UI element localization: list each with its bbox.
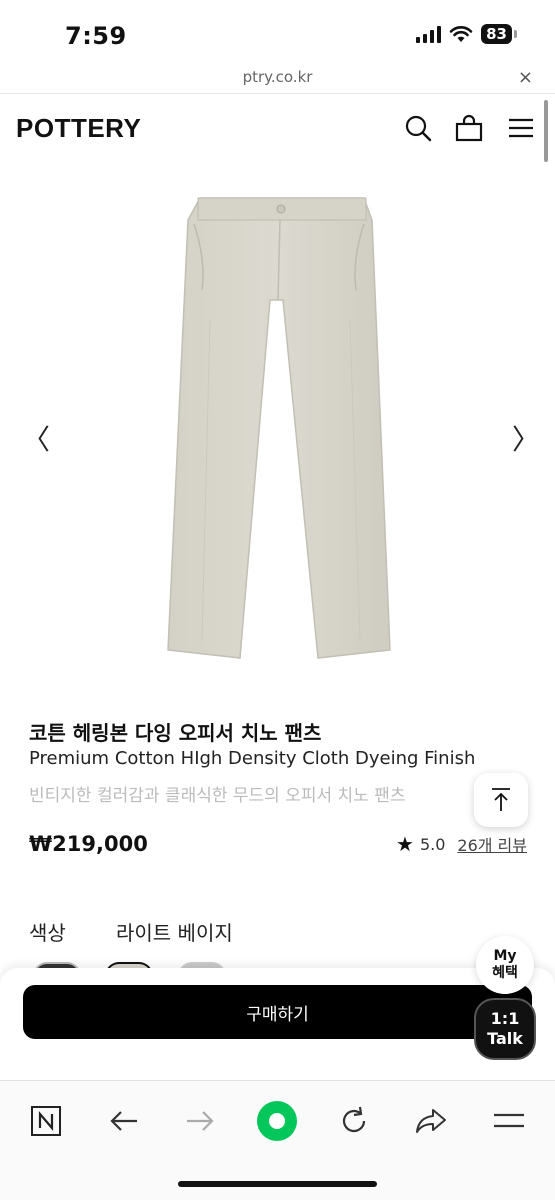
scroll-top-button[interactable] — [474, 773, 528, 827]
scrollbar[interactable] — [544, 100, 548, 162]
arrow-left-icon — [110, 1111, 137, 1131]
color-label: 색상 — [29, 921, 66, 945]
carousel-next-button[interactable]: 〉 — [512, 418, 540, 458]
url-text[interactable]: ptry.co.kr — [0, 68, 555, 86]
talk-button[interactable]: 1:1 Talk — [474, 998, 536, 1060]
product-image[interactable] — [150, 180, 410, 680]
my-benefit-line1: My — [493, 948, 517, 964]
signal-icon — [416, 25, 442, 43]
arrow-up-icon — [492, 788, 510, 811]
star-icon: ★ — [396, 832, 414, 856]
arrow-right-icon — [187, 1111, 214, 1131]
naver-green-button[interactable] — [255, 1099, 299, 1143]
talk-line1: 1:1 — [490, 1009, 520, 1028]
green-dot-icon — [257, 1101, 297, 1141]
battery-icon: 83 — [481, 24, 517, 44]
close-icon[interactable]: × — [518, 67, 533, 88]
status-bar: 7:59 83 — [0, 0, 555, 62]
naver-n-icon — [31, 1106, 61, 1136]
site-logo[interactable]: POTTERY — [16, 113, 141, 144]
talk-line2: Talk — [487, 1029, 523, 1048]
forward-button[interactable] — [178, 1099, 222, 1143]
shopping-bag-icon[interactable] — [454, 113, 484, 143]
status-icons: 83 — [416, 24, 517, 44]
reviews-link[interactable]: 26개 리뷰 — [457, 832, 527, 856]
url-bar[interactable]: ptry.co.kr × — [0, 62, 555, 94]
status-time: 7:59 — [65, 22, 127, 50]
buy-button[interactable]: 구매하기 — [23, 985, 532, 1039]
rating-value: 5.0 — [419, 834, 446, 854]
my-benefit-line2: 혜택 — [492, 965, 518, 981]
search-icon[interactable] — [403, 113, 433, 143]
product-price: ₩219,000 — [29, 832, 148, 856]
hamburger-icon — [494, 1113, 524, 1128]
naver-home-button[interactable] — [24, 1099, 68, 1143]
site-header: POTTERY — [0, 95, 555, 159]
browser-menu-button[interactable] — [487, 1099, 531, 1143]
share-icon — [416, 1109, 446, 1133]
home-indicator — [178, 1181, 377, 1187]
menu-icon[interactable] — [506, 113, 536, 143]
refresh-button[interactable] — [332, 1099, 376, 1143]
back-button[interactable] — [102, 1099, 146, 1143]
color-value: 라이트 베이지 — [116, 921, 233, 945]
rating: ★ 5.0 26개 리뷰 — [396, 832, 527, 856]
product-subtitle: Premium Cotton HIgh Density Cloth Dyeing… — [29, 748, 476, 769]
share-button[interactable] — [409, 1099, 453, 1143]
refresh-icon — [342, 1106, 366, 1133]
product-description: 빈티지한 컬러감과 클래식한 무드의 오피서 치노 팬츠 — [29, 786, 406, 806]
carousel-prev-button[interactable]: 〈 — [22, 418, 50, 458]
wifi-icon — [449, 26, 473, 42]
product-title: 코튼 헤링본 다잉 오피서 치노 팬츠 — [29, 721, 322, 745]
my-benefit-button[interactable]: My 혜택 — [476, 936, 534, 994]
battery-level: 83 — [481, 24, 512, 44]
